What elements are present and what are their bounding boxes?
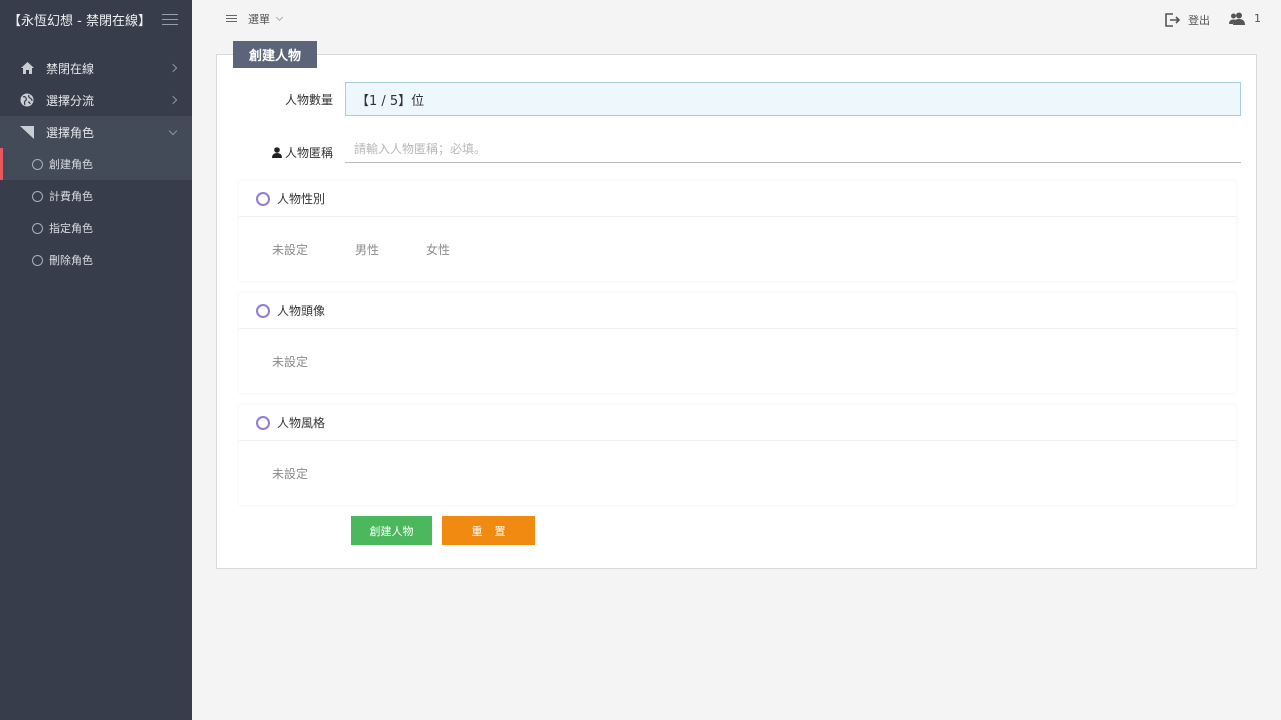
reset-button[interactable]: 重置	[442, 516, 535, 545]
sidebar-subitem-label: 刪除角色	[49, 254, 93, 267]
sidebar-subitem-billing[interactable]: 計費角色	[0, 180, 192, 212]
sidebar-subitem-label: 指定角色	[49, 222, 93, 235]
option-unset[interactable]: 未設定	[272, 241, 308, 258]
circle-icon	[32, 158, 43, 170]
globe-icon	[20, 93, 34, 107]
sidebar: 【永恆幻想 - 禁閉在線】 禁閉在線 選擇分流 選擇角色 創建角色 計費角色 指…	[0, 0, 192, 720]
option-unset[interactable]: 未設定	[272, 465, 308, 482]
brand-header: 【永恆幻想 - 禁閉在線】	[0, 0, 192, 38]
sidebar-subitem-delete[interactable]: 刪除角色	[0, 244, 192, 276]
logout-icon	[1165, 13, 1180, 27]
sidebar-subitem-label: 計費角色	[49, 190, 93, 203]
sidebar-toggle-icon[interactable]	[162, 13, 178, 25]
chevron-down-icon	[168, 126, 178, 135]
sidebar-item-offline[interactable]: 禁閉在線	[0, 52, 192, 84]
menu-label: 選單	[248, 13, 270, 26]
sidebar-item-label: 禁閉在線	[46, 61, 95, 76]
avatar-options: 未設定	[239, 329, 1236, 393]
sidebar-item-label: 選擇分流	[46, 93, 95, 108]
sidebar-item-server[interactable]: 選擇分流	[0, 84, 192, 116]
menu-dropdown[interactable]: 選單	[226, 11, 284, 27]
chevron-down-icon	[275, 13, 284, 22]
character-count-display: 【1 / 5】位	[345, 82, 1241, 116]
section-title: 人物風格	[277, 416, 326, 430]
option-female[interactable]: 女性	[426, 241, 450, 258]
circle-icon	[32, 254, 43, 266]
menu-icon	[226, 15, 237, 23]
gender-section: 人物性別 未設定 男性 女性	[239, 181, 1236, 281]
chevron-right-icon	[168, 95, 178, 105]
name-label: 人物匿稱	[284, 146, 333, 160]
create-character-button[interactable]: 創建人物	[351, 516, 432, 545]
gender-options: 未設定 男性 女性	[239, 217, 1236, 281]
sidebar-subitem-label: 創建角色	[49, 158, 93, 171]
logout-button[interactable]: 登出	[1165, 12, 1210, 28]
create-character-panel: 創建人物 人物數量 【1 / 5】位 人物匿稱 人物性別 未設定 男性 女性 人…	[216, 41, 1257, 569]
brand-title: 【永恆幻想 - 禁閉在線】	[8, 13, 151, 29]
user-icon	[271, 147, 282, 158]
logout-label: 登出	[1188, 14, 1210, 27]
ring-icon	[256, 415, 270, 430]
chevron-right-icon	[168, 63, 178, 73]
corner-icon	[20, 125, 34, 139]
avatar-section: 人物頭像 未設定	[239, 293, 1236, 393]
sidebar-nav: 禁閉在線 選擇分流 選擇角色 創建角色 計費角色 指定角色 刪除角色	[0, 52, 192, 276]
user-count: 1	[1254, 12, 1261, 25]
option-male[interactable]: 男性	[355, 241, 379, 258]
count-label: 人物數量	[284, 93, 333, 107]
section-title: 人物性別	[277, 192, 326, 206]
option-unset[interactable]: 未設定	[272, 353, 308, 370]
ring-icon	[256, 303, 270, 318]
section-header: 人物風格	[239, 405, 1236, 441]
style-section: 人物風格 未設定	[239, 405, 1236, 505]
sidebar-item-character[interactable]: 選擇角色	[0, 116, 192, 148]
style-options: 未設定	[239, 441, 1236, 505]
section-header: 人物頭像	[239, 293, 1236, 329]
circle-icon	[32, 222, 43, 234]
section-title: 人物頭像	[277, 304, 326, 318]
panel-title: 創建人物	[233, 41, 317, 68]
character-name-input[interactable]	[345, 135, 1241, 163]
sidebar-subitem-assign[interactable]: 指定角色	[0, 212, 192, 244]
top-bar: 選單 登出 1	[192, 0, 1281, 38]
name-label-row: 人物匿稱	[271, 144, 333, 161]
ring-icon	[256, 191, 270, 206]
circle-icon	[32, 190, 43, 202]
home-icon	[20, 61, 34, 75]
sidebar-item-label: 選擇角色	[46, 125, 95, 140]
users-icon	[1229, 12, 1245, 25]
sidebar-subitem-create[interactable]: 創建角色	[0, 148, 192, 180]
section-header: 人物性別	[239, 181, 1236, 217]
online-users[interactable]: 1	[1229, 12, 1261, 25]
